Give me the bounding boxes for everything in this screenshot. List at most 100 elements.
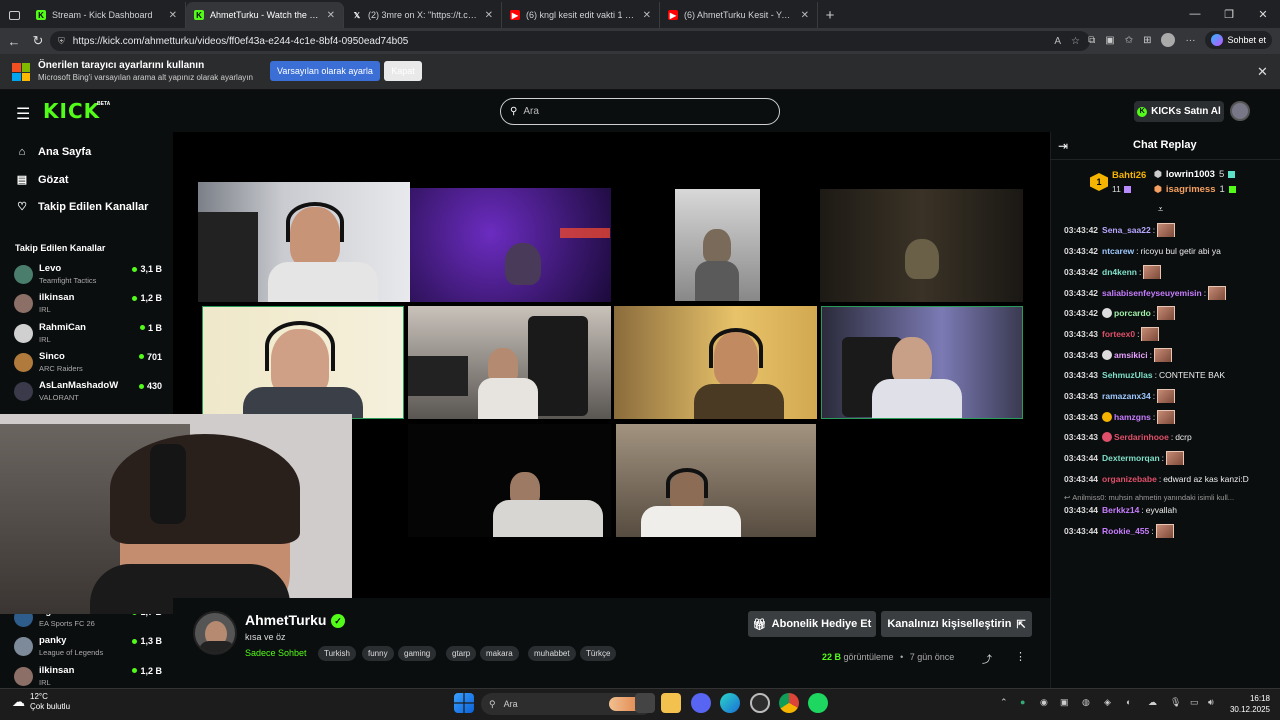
- dismiss-button[interactable]: Kapat: [384, 61, 422, 81]
- more-menu-icon[interactable]: ···: [1185, 35, 1195, 46]
- stream-tag[interactable]: funny: [362, 646, 394, 661]
- microphone-icon[interactable]: 🎙︎: [1170, 697, 1181, 708]
- favorite-star-icon[interactable]: ☆: [1071, 36, 1080, 47]
- streamer-avatar[interactable]: [193, 611, 237, 655]
- tab-actions-icon[interactable]: [0, 2, 28, 28]
- chat-username[interactable]: Dextermorqan: [1102, 453, 1160, 463]
- file-explorer-icon[interactable]: [661, 693, 681, 713]
- favorites-icon[interactable]: ✩: [1125, 35, 1133, 46]
- browser-tab[interactable]: K Stream - Kick Dashboard ✕: [28, 2, 186, 28]
- chat-message[interactable]: 03:43:42 dn4kenn:: [1064, 265, 1274, 279]
- stream-tag[interactable]: gtarp: [446, 646, 477, 661]
- chat-message[interactable]: 03:43:42 porcardo:: [1064, 306, 1274, 320]
- chat-username[interactable]: forteex0: [1102, 329, 1135, 339]
- task-view-icon[interactable]: [635, 693, 655, 713]
- tray-app-icon[interactable]: ◈: [1104, 697, 1111, 708]
- close-tab-icon[interactable]: ✕: [643, 10, 651, 21]
- chat-reply-reference[interactable]: ↩ Anilmiss0: muhsin ahmetin yanındaki isi…: [1064, 490, 1274, 504]
- chat-username[interactable]: saliabisenfeyseuyemisin: [1102, 288, 1202, 298]
- refresh-icon[interactable]: ↻: [26, 29, 50, 53]
- gift-subscription-button[interactable]: 🎁︎ Abonelik Hediye Et: [748, 611, 876, 637]
- followed-channel[interactable]: RahmiCan IRL 1 B: [14, 322, 164, 348]
- edge-icon[interactable]: [720, 693, 740, 713]
- infobar-close-icon[interactable]: ✕: [1257, 64, 1268, 80]
- copilot-button[interactable]: Sohbet et: [1205, 31, 1272, 49]
- steam-icon[interactable]: ◍: [1082, 697, 1090, 708]
- nav-home[interactable]: ⌂ Ana Sayfa: [16, 146, 92, 158]
- buy-kicks-button[interactable]: K KICKs Satın Al: [1134, 101, 1224, 122]
- system-clock[interactable]: 16:18 30.12.2025: [1226, 693, 1270, 715]
- chat-message[interactable]: 03:43:43 hamzgns:: [1064, 410, 1274, 424]
- chat-message[interactable]: 03:43:44 Dextermorqan:: [1064, 451, 1274, 465]
- leaderboard-name[interactable]: Bahti26: [1112, 170, 1146, 181]
- tray-app-icon[interactable]: ◉: [1040, 697, 1048, 708]
- stream-tag[interactable]: Türkçe: [580, 646, 617, 661]
- leaderboard-name[interactable]: lowrin1003: [1166, 169, 1215, 180]
- close-tab-icon[interactable]: ✕: [485, 10, 493, 21]
- url-field[interactable]: ⛨ https://kick.com/ahmetturku/videos/ff0…: [50, 31, 1090, 51]
- chat-message[interactable]: 03:43:42 Sena_saa22:: [1064, 223, 1274, 237]
- user-avatar[interactable]: [1230, 101, 1250, 121]
- obs-icon[interactable]: [750, 693, 770, 713]
- new-tab-button[interactable]: +: [818, 2, 842, 28]
- stream-category[interactable]: Sadece Sohbet: [245, 648, 307, 658]
- chat-username[interactable]: porcardo: [1114, 308, 1151, 318]
- chat-username[interactable]: ntcarew: [1102, 246, 1134, 256]
- followed-channel[interactable]: Sinco ARC Raiders 701: [14, 351, 164, 377]
- chat-message[interactable]: 03:43:43 forteex0:: [1064, 327, 1274, 341]
- weather-widget[interactable]: ☁ 12°C Çok bulutlu: [12, 692, 70, 712]
- chat-username[interactable]: hamzgns: [1114, 412, 1151, 422]
- leaderboard-name[interactable]: isagrimess: [1166, 184, 1216, 195]
- read-aloud-icon[interactable]: A: [1054, 36, 1061, 47]
- chat-username[interactable]: dn4kenn: [1102, 267, 1137, 277]
- show-hidden-icons[interactable]: ⌃: [1000, 697, 1008, 708]
- chat-username[interactable]: Sena_saa22: [1102, 225, 1151, 235]
- tray-app-icon[interactable]: ●: [1020, 697, 1025, 707]
- chat-message[interactable]: 03:43:44 organizebabe: edward az kas kanzi…: [1064, 472, 1274, 486]
- expand-pins-icon[interactable]: ⩡: [1158, 204, 1163, 215]
- chat-username[interactable]: Rookie_455: [1102, 526, 1149, 536]
- followed-channel[interactable]: Levo Teamfight Tactics 3,1 B: [14, 263, 164, 289]
- nav-following[interactable]: ♡ Takip Edilen Kanallar: [16, 200, 148, 214]
- chat-username[interactable]: amsikici: [1114, 350, 1148, 360]
- extensions-icon[interactable]: ⧉: [1088, 35, 1095, 46]
- collapse-chat-icon[interactable]: ⇥: [1058, 139, 1068, 153]
- kick-logo[interactable]: KICK: [43, 99, 100, 123]
- followed-channel[interactable]: ilkinsan IRL 1,2 B: [14, 665, 164, 691]
- close-tab-icon[interactable]: ✕: [801, 10, 809, 21]
- taskbar-search[interactable]: ⚲ Ara: [481, 693, 653, 715]
- tray-app-icon[interactable]: ▣: [1060, 697, 1069, 708]
- set-default-button[interactable]: Varsayılan olarak ayarla: [270, 61, 380, 81]
- volume-icon[interactable]: 🔊︎: [1208, 697, 1214, 708]
- streamer-name[interactable]: AhmetTurku: [245, 612, 326, 628]
- followed-channel[interactable]: AsLanMashadoW VALORANT 430: [14, 380, 164, 406]
- browser-tab[interactable]: 𝕏 (2) 3mre on X: "https://t.co/63FSs ✕: [344, 2, 502, 28]
- stream-tag[interactable]: Turkish: [318, 646, 356, 661]
- tray-app-icon[interactable]: ◐: [1126, 697, 1131, 707]
- customize-channel-button[interactable]: Kanalınızı kişiselleştirin ⇱: [881, 611, 1032, 637]
- split-screen-icon[interactable]: ▣: [1105, 35, 1114, 46]
- chat-message[interactable]: 03:43:43 Serdarinhooe: dcrp: [1064, 430, 1274, 444]
- browser-tab[interactable]: ▶ (6) AhmetTurku Kesit - YouTube ✕: [660, 2, 818, 28]
- back-icon[interactable]: ←: [2, 29, 26, 53]
- chat-username[interactable]: ramazanx34: [1102, 391, 1151, 401]
- chat-username[interactable]: Berkkz14: [1102, 505, 1139, 515]
- browser-tab[interactable]: ▶ (6) kngl kesit edit vakti 1 - YouTub ✕: [502, 2, 660, 28]
- more-options-icon[interactable]: ⋮: [1015, 650, 1026, 663]
- close-window-icon[interactable]: ✕: [1246, 0, 1280, 28]
- chrome-icon[interactable]: [779, 693, 799, 713]
- minimize-icon[interactable]: —: [1178, 0, 1212, 28]
- browser-tab[interactable]: K AhmetTurku - Watch the VOD on K ✕: [186, 2, 344, 28]
- followed-channel[interactable]: ilkinsan IRL 1,2 B: [14, 292, 164, 318]
- chat-username[interactable]: organizebabe: [1102, 474, 1157, 484]
- search-input[interactable]: ⚲ Ara: [500, 98, 780, 125]
- chat-message[interactable]: 03:43:42 ntcarew: ricoyu bul getir abi ya: [1064, 244, 1274, 258]
- close-tab-icon[interactable]: ✕: [327, 10, 335, 21]
- spotify-icon[interactable]: [808, 693, 828, 713]
- chat-message[interactable]: 03:43:43 SehmuzUlas: CONTENTE BAK: [1064, 368, 1274, 382]
- chat-username[interactable]: SehmuzUlas: [1102, 370, 1153, 380]
- discord-icon[interactable]: [691, 693, 711, 713]
- close-tab-icon[interactable]: ✕: [169, 10, 177, 21]
- tray-app-icon[interactable]: ☁: [1148, 697, 1157, 708]
- menu-icon[interactable]: ☰: [16, 104, 30, 124]
